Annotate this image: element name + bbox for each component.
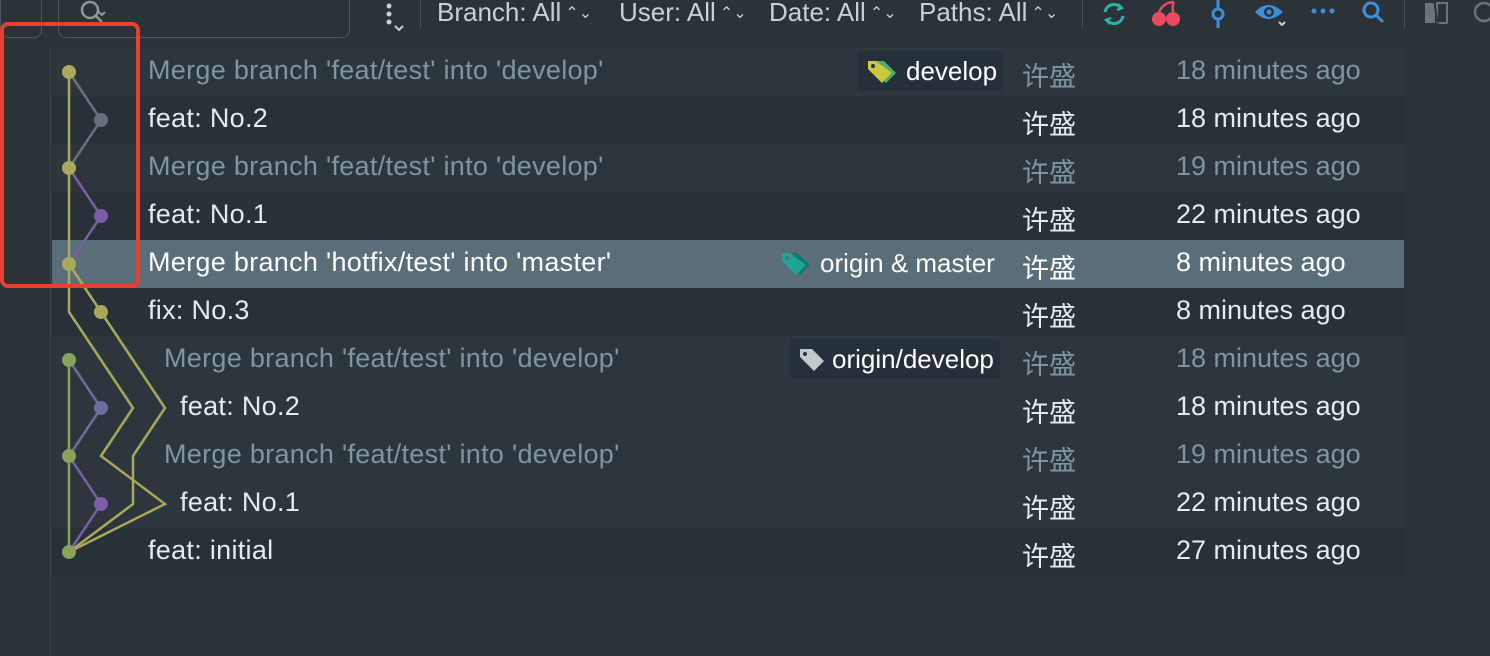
- commit-date: 18 minutes ago: [1176, 103, 1361, 133]
- commit-subject: Merge branch 'hotfix/test' into 'master': [148, 247, 612, 277]
- commit-row[interactable]: feat: initial 许盛 27 minutes ago: [52, 528, 1404, 576]
- commit-author: 许盛: [1022, 110, 1076, 140]
- commit-row[interactable]: fix: No.3 许盛 8 minutes ago: [52, 288, 1404, 336]
- more-vertical-icon[interactable]: [383, 2, 407, 37]
- commit-date: 8 minutes ago: [1176, 295, 1346, 325]
- toolbar-separator: [1404, 0, 1405, 28]
- user-filter[interactable]: User: All ⌃⌄: [619, 0, 747, 28]
- commit-date: 19 minutes ago: [1176, 439, 1361, 469]
- commit-date: 18 minutes ago: [1176, 55, 1361, 85]
- ref-text: origin & master: [820, 247, 995, 278]
- search-icon: [79, 0, 109, 34]
- history-icon[interactable]: [1470, 0, 1490, 33]
- refresh-icon[interactable]: [1100, 0, 1128, 33]
- commit-subject: feat: initial: [148, 535, 274, 565]
- commit-log-table: Merge branch 'feat/test' into 'develop' …: [52, 48, 1404, 576]
- ref-label[interactable]: origin/develop: [790, 339, 1000, 379]
- search-input[interactable]: [58, 0, 350, 38]
- tag-teal-icon: [782, 253, 810, 275]
- commit-row[interactable]: feat: No.1 许盛 22 minutes ago: [52, 480, 1404, 528]
- commit-subject: feat: No.1: [148, 199, 269, 229]
- commit-author: 许盛: [1022, 62, 1076, 92]
- commit-date: 18 minutes ago: [1176, 343, 1361, 373]
- more-horizontal-icon[interactable]: [1310, 0, 1336, 31]
- commit-date: 22 minutes ago: [1176, 199, 1361, 229]
- commit-date: 19 minutes ago: [1176, 151, 1361, 181]
- commit-author: 许盛: [1022, 398, 1076, 428]
- commit-date: 22 minutes ago: [1176, 487, 1361, 517]
- commit-row[interactable]: Merge branch 'feat/test' into 'develop' …: [52, 48, 1404, 96]
- commit-row[interactable]: feat: No.2 许盛 18 minutes ago: [52, 384, 1404, 432]
- right-gutter: [1404, 48, 1490, 656]
- tag-gray-icon: [800, 349, 824, 371]
- left-gutter: [0, 0, 51, 656]
- commit-subject: Merge branch 'feat/test' into 'develop': [148, 55, 604, 85]
- commit-row[interactable]: Merge branch 'feat/test' into 'develop' …: [52, 336, 1404, 384]
- commit-date: 27 minutes ago: [1176, 535, 1361, 565]
- commit-date: 8 minutes ago: [1176, 247, 1346, 277]
- commit-subject: Merge branch 'feat/test' into 'develop': [164, 439, 620, 469]
- commit-author: 许盛: [1022, 254, 1076, 284]
- commit-subject: feat: No.1: [180, 487, 301, 517]
- side-panel-toggle[interactable]: [0, 0, 42, 38]
- commit-row[interactable]: Merge branch 'feat/test' into 'develop' …: [52, 144, 1404, 192]
- go-to-commit-icon[interactable]: [1205, 0, 1231, 35]
- ref-text: origin/develop: [832, 343, 994, 374]
- toolbar-separator: [1082, 0, 1083, 28]
- updown-chevron-icon: ⌃⌄: [1031, 5, 1059, 22]
- commit-subject: feat: No.2: [180, 391, 301, 421]
- tag-yellow-green-icon: [868, 61, 896, 83]
- commit-author: 许盛: [1022, 206, 1076, 236]
- commit-subject: feat: No.2: [148, 103, 269, 133]
- toolbar-separator: [420, 0, 421, 28]
- ref-label[interactable]: origin & master: [772, 243, 1001, 283]
- search-icon[interactable]: [1360, 0, 1388, 33]
- cherry-pick-icon[interactable]: [1150, 0, 1182, 33]
- commit-row[interactable]: feat: No.1 许盛 22 minutes ago: [52, 192, 1404, 240]
- empty-log-area: [52, 576, 1404, 656]
- updown-chevron-icon: ⌃⌄: [719, 5, 747, 22]
- branch-filter[interactable]: Branch: All ⌃⌄: [437, 0, 592, 28]
- commit-author: 许盛: [1022, 350, 1076, 380]
- commit-author: 许盛: [1022, 302, 1076, 332]
- commit-subject: fix: No.3: [148, 295, 250, 325]
- commit-row[interactable]: Merge branch 'feat/test' into 'develop' …: [52, 432, 1404, 480]
- commit-subject: Merge branch 'feat/test' into 'develop': [148, 151, 604, 181]
- updown-chevron-icon: ⌃⌄: [565, 5, 593, 22]
- commit-date: 18 minutes ago: [1176, 391, 1361, 421]
- commit-author: 许盛: [1022, 542, 1076, 572]
- toolbar: Branch: All ⌃⌄ User: All ⌃⌄ Date: All ⌃⌄ Pa…: [0, 0, 1490, 46]
- commit-subject: Merge branch 'feat/test' into 'develop': [164, 343, 620, 373]
- commit-author: 许盛: [1022, 446, 1076, 476]
- commit-author: 许盛: [1022, 158, 1076, 188]
- commit-row[interactable]: feat: No.2 许盛 18 minutes ago: [52, 96, 1404, 144]
- eye-icon[interactable]: [1253, 0, 1287, 33]
- updown-chevron-icon: ⌃⌄: [869, 5, 897, 22]
- ref-label[interactable]: develop: [858, 51, 1004, 91]
- commit-row-selected[interactable]: Merge branch 'hotfix/test' into 'master'…: [52, 240, 1404, 288]
- ref-text: develop: [906, 55, 998, 86]
- date-filter[interactable]: Date: All ⌃⌄: [769, 0, 897, 28]
- commit-author: 许盛: [1022, 494, 1076, 524]
- compare-icon[interactable]: [1422, 0, 1450, 33]
- paths-filter[interactable]: Paths: All ⌃⌄: [919, 0, 1058, 28]
